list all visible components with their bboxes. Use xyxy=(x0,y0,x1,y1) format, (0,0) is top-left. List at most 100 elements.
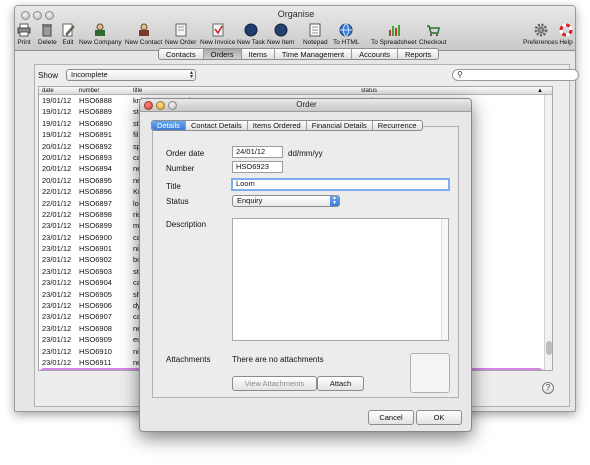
tab-items[interactable]: Items xyxy=(242,49,275,59)
cell-date: 23/01/12 xyxy=(42,255,72,265)
dialog-title: Order xyxy=(296,100,317,109)
tab-orders[interactable]: Orders xyxy=(203,49,242,59)
cancel-button[interactable]: Cancel xyxy=(368,410,414,425)
toolbar-label: New Contact xyxy=(125,39,163,46)
gear-icon xyxy=(534,23,548,37)
column-header-title[interactable]: title xyxy=(133,87,142,95)
trash-icon xyxy=(42,24,53,37)
cell-date: 20/01/12 xyxy=(42,164,72,174)
cell-date: 19/01/12 xyxy=(42,96,72,105)
cell-number: HSO6911 xyxy=(79,357,112,367)
cell-number: HSO6899 xyxy=(79,221,112,231)
table-scrollbar[interactable] xyxy=(544,95,552,370)
toolbar-checkout-button[interactable]: Checkout xyxy=(419,23,446,46)
cell-date: 23/01/12 xyxy=(42,278,72,288)
company-icon xyxy=(95,23,106,36)
printer-icon xyxy=(17,23,31,37)
select-arrows-icon: ▴ ▾ xyxy=(189,70,193,80)
attach-button[interactable]: Attach xyxy=(317,376,364,391)
tab-time-management[interactable]: Time Management xyxy=(275,49,353,59)
main-tab-bar: Contacts Orders Items Time Management Ac… xyxy=(158,48,440,60)
toolbar-label: Delete xyxy=(38,39,57,46)
spreadsheet-icon xyxy=(388,25,400,36)
tab-reports[interactable]: Reports xyxy=(398,49,438,59)
column-header-date[interactable]: date xyxy=(42,87,54,95)
cell-number: HSO6893 xyxy=(79,152,112,162)
cell-date: 23/01/12 xyxy=(42,357,72,367)
toolbar-print-button[interactable]: Print xyxy=(17,23,31,46)
toolbar-help-button[interactable]: Help xyxy=(559,23,573,46)
number-field[interactable]: HSO6923 xyxy=(232,161,283,173)
tab-contacts[interactable]: Contacts xyxy=(159,49,204,59)
toolbar-label: New Company xyxy=(79,39,122,46)
toolbar-new-company-button[interactable]: New Company xyxy=(79,23,122,46)
select-arrows-icon: ▲ ▼ xyxy=(330,196,339,206)
toolbar-label: To HTML xyxy=(333,39,360,46)
dialog-tab-bar: Details Contact Details Items Ordered Fi… xyxy=(151,120,423,131)
toolbar-preferences-button[interactable]: Preferences xyxy=(523,23,558,46)
tab-financial-details[interactable]: Financial Details xyxy=(307,121,373,130)
status-value: Enquiry xyxy=(237,196,263,205)
dialog-title-bar: Order xyxy=(140,99,471,112)
search-input[interactable]: ⚲ xyxy=(452,69,579,81)
description-scrollbar[interactable] xyxy=(441,219,448,340)
date-format-hint: dd/mm/yy xyxy=(288,149,323,158)
cell-number: HSO6897 xyxy=(79,198,112,208)
help-button[interactable]: ? xyxy=(542,382,554,394)
cell-title: lo xyxy=(133,198,139,208)
toolbar-label: To Spreadsheet xyxy=(371,39,417,46)
order-icon xyxy=(175,23,187,37)
toolbar-new-item-button[interactable]: New Item xyxy=(267,23,294,46)
toolbar-delete-button[interactable]: Delete xyxy=(38,23,57,46)
tab-recurrence[interactable]: Recurrence xyxy=(373,121,422,130)
cell-number: HSO6888 xyxy=(79,96,112,105)
toolbar-new-order-button[interactable]: New Order xyxy=(165,23,196,46)
tab-details[interactable]: Details xyxy=(152,121,186,130)
invoice-icon xyxy=(212,23,224,37)
status-select[interactable]: Enquiry ▲ ▼ xyxy=(232,195,340,207)
cell-number: HSO6903 xyxy=(79,266,112,276)
scrollbar-thumb[interactable] xyxy=(546,341,552,355)
order-date-field[interactable]: 24/01/12 xyxy=(232,146,283,158)
cell-date: 23/01/12 xyxy=(42,368,71,370)
table-header: date number title status ▲ xyxy=(39,87,552,95)
title-field[interactable]: Loom xyxy=(231,178,450,191)
cell-date: 20/01/12 xyxy=(42,152,72,162)
cell-title: st xyxy=(133,118,139,128)
show-filter-value: Incomplete xyxy=(71,70,108,79)
search-icon: ⚲ xyxy=(457,70,463,79)
toolbar-new-task-button[interactable]: New Task xyxy=(237,23,265,46)
description-textarea[interactable] xyxy=(232,218,449,341)
toolbar-edit-button[interactable]: Edit xyxy=(61,23,75,46)
column-header-number[interactable]: number xyxy=(79,87,99,95)
tab-accounts[interactable]: Accounts xyxy=(352,49,398,59)
number-label: Number xyxy=(166,164,195,173)
cell-title: ni xyxy=(133,346,139,356)
cell-number: HSO6889 xyxy=(79,107,112,117)
cell-date: 23/01/12 xyxy=(42,244,72,254)
toolbar-notepad-button[interactable]: Notepad xyxy=(303,23,328,46)
toolbar-new-contact-button[interactable]: New Contact xyxy=(125,23,162,46)
cell-number: HSO6908 xyxy=(79,323,112,333)
tab-contact-details[interactable]: Contact Details xyxy=(186,121,248,130)
tab-items-ordered[interactable]: Items Ordered xyxy=(248,121,307,130)
cell-number: HSO6907 xyxy=(79,312,112,322)
toolbar-to-spreadsheet-button[interactable]: To Spreadsheet xyxy=(371,23,417,46)
cell-date: 20/01/12 xyxy=(42,175,72,185)
cell-date: 22/01/12 xyxy=(42,209,72,219)
column-header-status[interactable]: status xyxy=(361,87,377,95)
cell-number: HSO6912 xyxy=(79,368,112,370)
show-filter-select[interactable]: Incomplete ▴ ▾ xyxy=(66,69,196,81)
toolbar-label: Edit xyxy=(62,39,74,46)
ok-button[interactable]: OK xyxy=(416,410,462,425)
toolbar-label: New Item xyxy=(267,39,295,46)
toolbar-new-invoice-button[interactable]: New Invoice xyxy=(200,23,235,46)
cell-title: st xyxy=(133,266,139,276)
toolbar-to-html-button[interactable]: To HTML xyxy=(333,23,359,46)
cell-number: HSO6894 xyxy=(79,164,112,174)
toolbar-label: Print xyxy=(17,39,31,46)
view-attachments-button[interactable]: View Attachments xyxy=(232,376,317,391)
cell-date: 19/01/12 xyxy=(42,118,72,128)
cell-date: 23/01/12 xyxy=(42,266,72,276)
item-icon xyxy=(274,23,288,37)
